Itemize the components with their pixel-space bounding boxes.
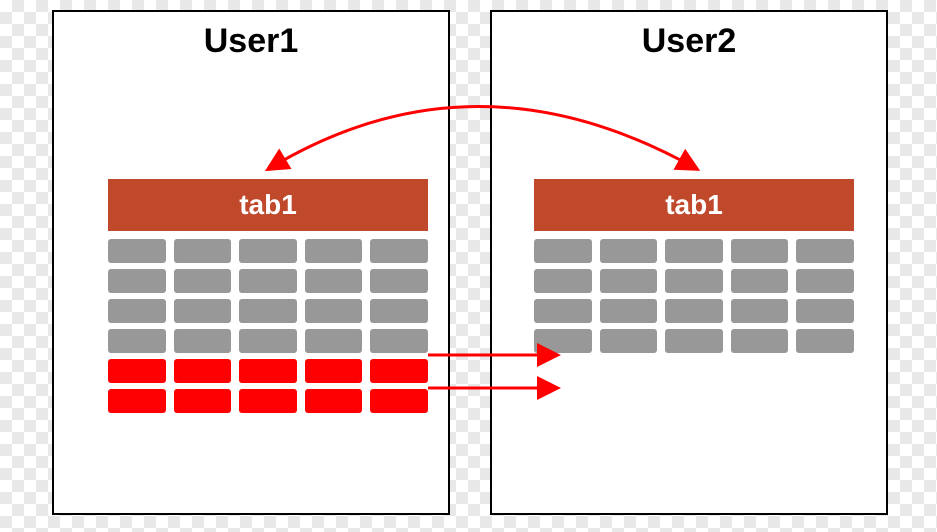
data-cell-new <box>370 389 428 413</box>
data-cell <box>731 299 789 323</box>
data-cell <box>534 329 592 353</box>
data-cell <box>731 239 789 263</box>
user1-title: User1 <box>54 22 448 61</box>
user1-cell-grid <box>108 239 428 413</box>
data-cell-new <box>174 389 232 413</box>
data-cell <box>239 329 297 353</box>
data-cell <box>305 269 363 293</box>
user2-tab-block: tab1 <box>534 179 854 353</box>
data-cell-new <box>239 389 297 413</box>
user2-title: User2 <box>492 22 886 61</box>
data-cell <box>796 299 854 323</box>
user2-cell-grid <box>534 239 854 353</box>
data-cell <box>600 269 658 293</box>
data-cell <box>796 269 854 293</box>
user2-tab-header: tab1 <box>534 179 854 231</box>
data-cell <box>534 299 592 323</box>
data-cell <box>239 239 297 263</box>
user1-tab-header: tab1 <box>108 179 428 231</box>
data-cell <box>665 329 723 353</box>
data-cell-new <box>108 359 166 383</box>
data-cell <box>796 329 854 353</box>
data-cell <box>108 269 166 293</box>
user2-panel: User2 tab1 <box>490 10 888 515</box>
data-cell-new <box>305 359 363 383</box>
data-cell <box>600 299 658 323</box>
user1-tab-block: tab1 <box>108 179 428 413</box>
data-cell <box>600 239 658 263</box>
data-cell-new <box>239 359 297 383</box>
user1-panel: User1 tab1 <box>52 10 450 515</box>
data-cell <box>108 329 166 353</box>
data-cell <box>600 329 658 353</box>
data-cell <box>534 269 592 293</box>
data-cell <box>305 329 363 353</box>
data-cell <box>665 239 723 263</box>
data-cell-new <box>174 359 232 383</box>
data-cell <box>239 299 297 323</box>
data-cell <box>370 299 428 323</box>
data-cell <box>796 239 854 263</box>
data-cell <box>370 269 428 293</box>
data-cell <box>174 239 232 263</box>
data-cell-new <box>370 359 428 383</box>
data-cell-new <box>305 389 363 413</box>
data-cell <box>731 329 789 353</box>
data-cell <box>174 329 232 353</box>
data-cell <box>665 299 723 323</box>
data-cell <box>108 239 166 263</box>
data-cell <box>731 269 789 293</box>
data-cell <box>108 299 166 323</box>
data-cell <box>370 239 428 263</box>
data-cell-new <box>108 389 166 413</box>
data-cell <box>305 239 363 263</box>
data-cell <box>370 329 428 353</box>
data-cell <box>665 269 723 293</box>
data-cell <box>174 269 232 293</box>
data-cell <box>305 299 363 323</box>
data-cell <box>174 299 232 323</box>
data-cell <box>534 239 592 263</box>
data-cell <box>239 269 297 293</box>
